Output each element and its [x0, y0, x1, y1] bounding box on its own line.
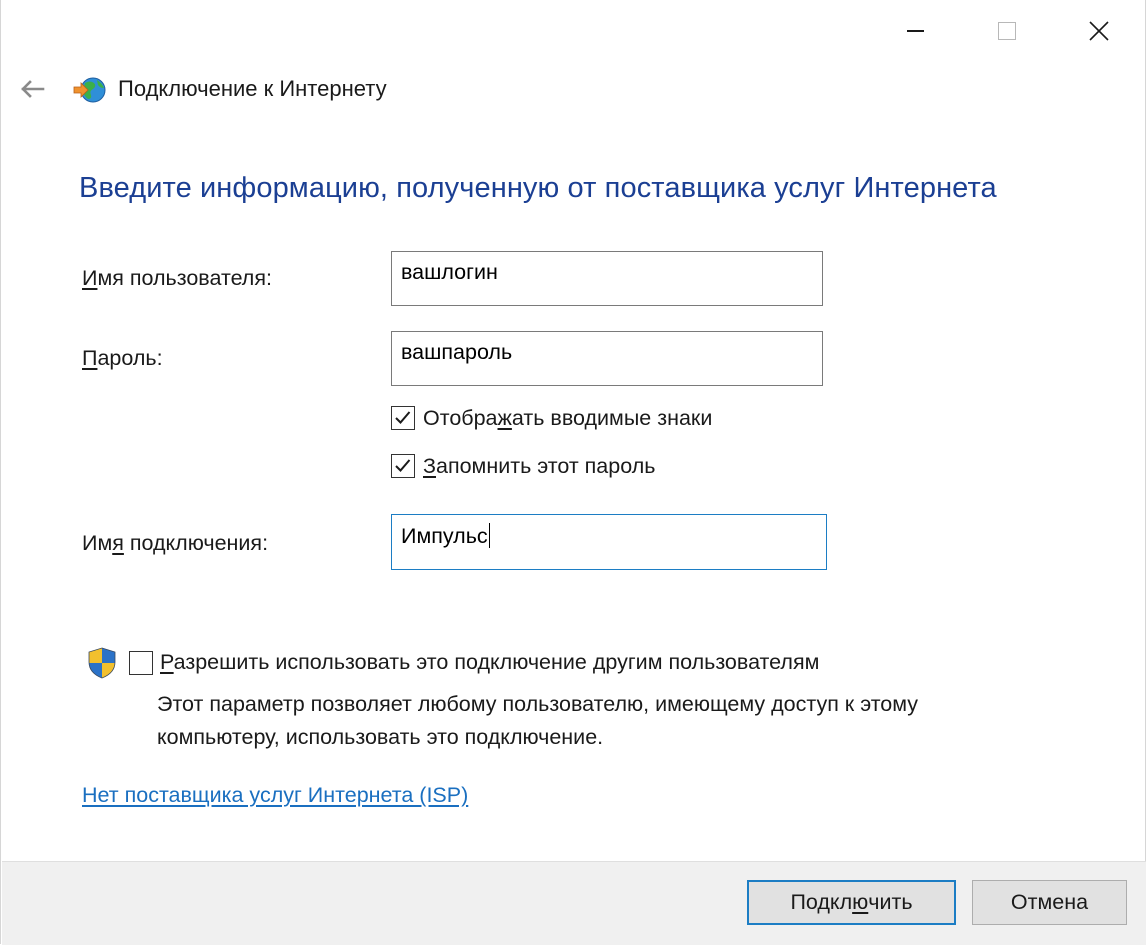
connect-button[interactable]: Подкл ю чить: [747, 880, 956, 925]
allow-other-users-label[interactable]: Разрешить использовать это подключение д…: [160, 650, 819, 675]
username-label: Имя пользователя:: [82, 266, 272, 290]
checkmark-icon: [395, 411, 411, 424]
checkmark-icon: [395, 459, 411, 472]
remember-password-checkbox[interactable]: [391, 454, 415, 478]
uac-shield-icon: [88, 647, 116, 679]
show-characters-checkbox[interactable]: [391, 406, 415, 430]
connection-name-input[interactable]: Импульс: [391, 514, 827, 570]
minimize-icon: [906, 30, 924, 32]
cancel-button[interactable]: Отмена: [972, 880, 1127, 925]
password-input[interactable]: вашпароль: [391, 331, 823, 386]
allow-other-users-checkbox[interactable]: [129, 651, 153, 675]
close-icon: [1089, 21, 1109, 41]
close-button[interactable]: [1053, 0, 1145, 62]
text-caret: [488, 523, 491, 548]
remember-password-label[interactable]: Запомнить этот пароль: [423, 454, 655, 479]
allow-other-users-description: Этот параметр позволяет любому пользоват…: [157, 692, 919, 749]
password-label: Пароль:: [82, 346, 163, 370]
window-title: Подключение к Интернету: [118, 76, 387, 101]
connection-name-value: Импульс: [401, 524, 488, 548]
back-arrow-icon: [21, 80, 45, 98]
page-heading: Введите информацию, полученную от постав…: [79, 172, 997, 204]
show-characters-label[interactable]: Отображать вводимые знаки: [423, 406, 712, 431]
dialog-window: Подключение к Интернету Введите информац…: [0, 0, 1146, 945]
maximize-button[interactable]: [961, 0, 1053, 62]
maximize-icon: [998, 22, 1016, 40]
back-button[interactable]: [15, 74, 49, 104]
minimize-button[interactable]: [869, 0, 961, 62]
no-isp-link[interactable]: Нет поставщика услуг Интернета (ISP): [82, 783, 468, 808]
connection-name-label: Имя подключения:: [82, 531, 269, 555]
internet-globe-icon: [73, 77, 106, 103]
username-input[interactable]: вашлогин: [391, 251, 823, 306]
